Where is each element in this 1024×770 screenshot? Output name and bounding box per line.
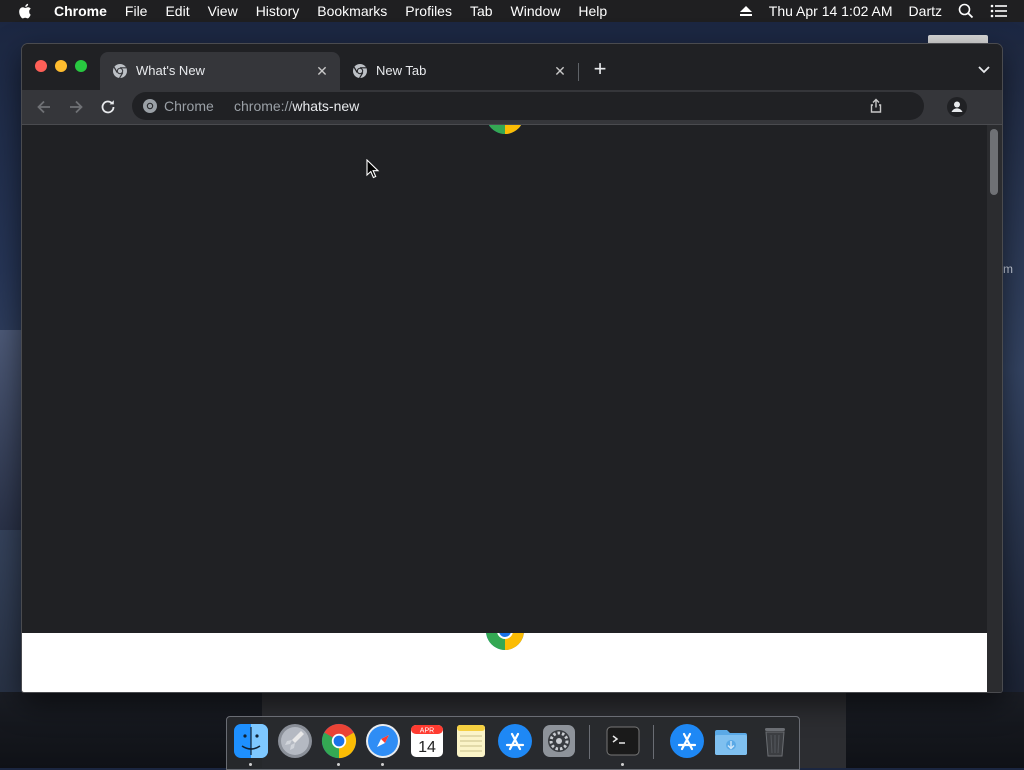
menu-view[interactable]: View [208,3,238,19]
dock-downloads-folder-icon[interactable] [713,723,749,759]
profile-avatar-icon[interactable] [946,96,968,118]
chrome-logo-icon [485,125,525,135]
address-bar[interactable]: Chrome chrome://whats-new [132,92,924,120]
new-tab-plus-icon[interactable]: + [590,58,610,80]
tab-close-icon[interactable]: ✕ [314,63,330,79]
window-minimize-button[interactable] [55,60,67,72]
browser-toolbar: Chrome chrome://whats-new [22,90,1002,124]
menu-file[interactable]: File [125,3,148,19]
dock-chrome-icon[interactable] [321,723,357,759]
dock-separator [653,725,654,759]
calendar-month: APR [420,728,434,735]
chrome-favicon-icon [112,63,128,79]
tab-title: New Tab [376,63,427,78]
tab-search-chevron-down-icon[interactable] [976,61,992,77]
tab-close-icon[interactable]: ✕ [552,63,568,79]
dock-app-store-icon[interactable] [497,723,533,759]
dock-terminal-icon[interactable] [605,723,641,759]
dock-running-indicator [381,763,384,766]
tab-title: What's New [136,63,205,78]
dock-applications-folder-icon[interactable] [669,723,705,759]
tab-strip: What's New ✕ New Tab ✕ + [22,44,1002,90]
dock-calendar-icon[interactable]: APR 14 [409,723,445,759]
apple-menu-icon[interactable] [18,3,34,19]
dock-trash-icon[interactable] [757,723,793,759]
dock-running-indicator [337,763,340,766]
dock-running-indicator [249,763,252,766]
url-scheme: chrome:// [234,98,293,114]
dock-system-preferences-icon[interactable] [541,723,577,759]
window-maximize-button[interactable] [75,60,87,72]
scrollbar-thumb[interactable] [990,129,998,195]
chrome-favicon-icon [352,63,368,79]
menu-window[interactable]: Window [511,3,561,19]
back-arrow-icon[interactable] [34,97,54,117]
desktop-wallpaper-right [1000,40,1024,700]
menu-clock[interactable]: Thu Apr 14 1:02 AM [769,3,893,19]
dock-finder-icon[interactable] [233,723,269,759]
menu-bar-status-area: Thu Apr 14 1:02 AM Dartz [739,0,1024,22]
desktop-partial-text: m [1003,262,1013,276]
dock: APR 14 [226,716,800,770]
page-content-dark [22,125,987,633]
site-chip-label: Chrome [164,98,214,114]
chrome-logo-icon [485,633,525,651]
menu-bookmarks[interactable]: Bookmarks [317,3,387,19]
url-text[interactable]: chrome://whats-new [234,98,359,114]
dock-running-indicator [621,763,624,766]
share-icon[interactable] [868,98,884,114]
reload-icon[interactable] [98,97,118,117]
menu-user[interactable]: Dartz [909,3,942,19]
spotlight-search-icon[interactable] [958,3,974,19]
forward-arrow-icon[interactable] [66,97,86,117]
tab-whats-new[interactable]: What's New ✕ [100,52,340,90]
window-close-button[interactable] [35,60,47,72]
menu-help[interactable]: Help [578,3,607,19]
url-host: whats-new [292,98,360,114]
chrome-chip-icon [142,98,158,114]
chrome-window: What's New ✕ New Tab ✕ + Chrome chrome:/… [22,44,1002,692]
notification-center-icon[interactable] [990,4,1008,18]
tab-separator [578,63,579,81]
page-scrollbar[interactable] [987,125,1002,692]
dock-launchpad-icon[interactable] [277,723,313,759]
menu-edit[interactable]: Edit [165,3,189,19]
eject-icon[interactable] [739,5,753,17]
mouse-cursor-icon [366,158,380,179]
dock-separator [589,725,590,759]
menu-app-name[interactable]: Chrome [54,3,107,19]
page-content-light [22,633,987,692]
tab-new-tab[interactable]: New Tab ✕ [340,52,578,90]
menu-bar: Chrome File Edit View History Bookmarks … [0,0,1024,22]
calendar-day: 14 [418,739,436,756]
menu-history[interactable]: History [256,3,300,19]
dock-notes-icon[interactable] [453,723,489,759]
menu-profiles[interactable]: Profiles [405,3,452,19]
dock-safari-icon[interactable] [365,723,401,759]
menu-tab[interactable]: Tab [470,3,493,19]
